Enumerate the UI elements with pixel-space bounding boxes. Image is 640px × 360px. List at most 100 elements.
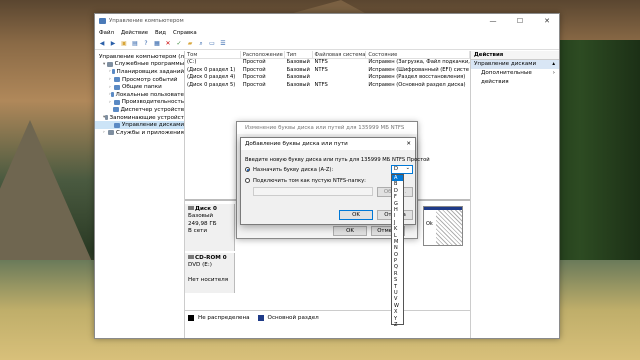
tree-item[interactable]: Управление компьютером (л [95,53,184,61]
col-layout[interactable]: Расположение [241,51,285,58]
volume-table-header: Том Расположение Тип Файловая система Со… [185,51,470,59]
outer-ok-button[interactable]: OK [333,226,367,236]
chevron-up-icon: ▴ [552,61,555,67]
table-cell: NTFS [314,66,328,73]
list-icon[interactable]: ☰ [219,40,227,48]
table-cell: (Диск 0 раздел 1) [187,66,236,73]
disk-0-status: В сети [188,228,208,235]
folder-path-input[interactable] [253,187,373,196]
tree-item-label: Локальные пользовате [115,91,184,98]
disk-0-type: Базовый [188,213,214,220]
drive-letter-select[interactable]: D ⌄ [391,165,413,174]
table-cell: Исправен (Основной раздел диска) [368,81,466,88]
folder-icon[interactable]: ▰ [186,40,194,48]
tree-item[interactable]: › Общие папки [95,83,184,91]
tree-item-label: Служебные программы [114,61,184,68]
partition-block[interactable]: Ok [423,206,463,246]
table-cell: (C:) [187,59,197,65]
disk-0-icon [188,206,194,210]
actions-section[interactable]: Управление дисками ▴ [471,60,559,69]
tree-item[interactable]: ▾ Служебные программы [95,61,184,69]
maximize-button[interactable]: ☐ [508,14,532,28]
tree-node-icon [113,99,120,105]
col-volume[interactable]: Том [185,51,241,58]
chevron-right-icon: › [552,70,555,76]
disk-icon[interactable]: ▭ [208,40,216,48]
back-arrow-icon[interactable]: ◀ [98,40,106,48]
title-bar[interactable]: Управление компьютером — ☐ ✕ [95,14,559,28]
forward-arrow-icon[interactable]: ▶ [109,40,117,48]
partition-hatch [436,210,462,245]
actions-more[interactable]: Дополнительные действия › [471,69,559,87]
minimize-button[interactable]: — [481,14,505,28]
menu-bar: Файл Действие Вид Справка [95,28,559,38]
tree-node-icon [114,77,120,83]
disk-0-name: Диск 0 [195,206,217,212]
cdrom-0-info[interactable]: CD-ROM 0 DVD (E:) Нет носителя [185,253,235,293]
col-type[interactable]: Тип [285,51,313,58]
tree-item[interactable]: ▾ Запоминающие устройст [95,114,184,122]
col-filesystem[interactable]: Файловая система [313,51,367,58]
table-row[interactable]: (Диск 0 раздел 1) Простой Базовый NTFS Испра… [185,67,470,75]
cdrom-0-drive: DVD (E:) [188,262,212,269]
ok-button[interactable]: OK [339,210,373,220]
cdrom-0-blank [188,270,231,277]
table-cell: Простой [242,66,266,73]
dialog-prompt: Введите новую букву диска или путь для 1… [245,157,430,163]
table-cell: Простой [242,81,266,88]
mount-folder-option[interactable]: Подключить том как пустую NTFS-папку: [245,178,366,184]
menu-view[interactable]: Вид [155,30,166,36]
col-status[interactable]: Состояние [366,51,470,58]
assign-letter-radio[interactable] [245,167,250,172]
tree-item[interactable]: Управление дисками [95,121,184,129]
actions-pane: Действия Управление дисками ▴ Дополнител… [471,51,559,338]
check-icon[interactable]: ✓ [175,40,183,48]
dialog-close-icon[interactable]: ✕ [406,138,411,150]
actions-more-label: Дополнительные действия [481,70,532,85]
legend-primary-swatch [257,314,264,321]
add-drive-letter-titlebar[interactable]: Добавление буквы диска или пути ✕ [241,138,415,150]
drive-letter-option[interactable]: Z [392,322,403,328]
tree-icon[interactable]: ▦ [153,40,161,48]
tree-node-icon [111,92,114,98]
tree-item[interactable]: › Службы и приложения [95,129,184,137]
tree-item[interactable]: › Локальные пользовате [95,91,184,99]
tree-item-label: Службы и приложения [116,129,184,136]
cdrom-icon [188,255,194,259]
table-row[interactable]: (C:) Простой Базовый NTFS Исправен (Загрузка… [185,59,470,67]
up-folder-icon[interactable]: ▣ [120,40,128,48]
menu-file[interactable]: Файл [99,30,114,36]
properties-icon[interactable]: ▤ [131,40,139,48]
partition-label: Ok [426,221,433,227]
tree-item[interactable]: › Производительность [95,99,184,107]
table-row[interactable]: (Диск 0 раздел 5) Простой Базовый NTFS Испра… [185,82,470,90]
mount-folder-radio[interactable] [245,178,250,183]
tree-item[interactable]: Диспетчер устройств [95,106,184,114]
search-icon[interactable]: ⌕ [197,40,205,48]
table-cell: Исправен (Шифрованный (EFI) систе [368,66,470,73]
close-button[interactable]: ✕ [535,14,559,28]
cdrom-0-status: Нет носителя [188,276,229,283]
table-cell: Исправен (Раздел восстановления) [368,74,466,81]
table-row[interactable]: (Диск 0 раздел 4) Простой Базовый Исправен … [185,74,470,82]
delete-icon[interactable]: ✕ [164,40,172,48]
tree-item-label: Общие папки [122,84,162,91]
assign-letter-option[interactable]: Назначить букву диска (A-Z): [245,167,333,173]
table-cell: Простой [242,74,266,81]
tree-item[interactable]: › Планировщик заданий [95,68,184,76]
table-cell: Простой [242,59,266,65]
legend-unallocated-swatch [188,314,194,321]
help-icon[interactable]: ? [142,40,150,48]
menu-action[interactable]: Действие [121,30,148,36]
tree-item[interactable]: › Просмотр событий [95,76,184,84]
tree-item-label: Диспетчер устройств [120,106,184,113]
console-tree: Управление компьютером (л ▾ Служебные прог… [95,51,185,338]
table-cell: NTFS [314,59,328,65]
cdrom-0-name: CD-ROM 0 [195,255,227,261]
mount-folder-label: Подключить том как пустую NTFS-папку: [253,178,366,184]
wallpaper-mountain-left [0,120,100,280]
menu-help[interactable]: Справка [173,30,197,36]
tree-node-icon [114,84,120,90]
disk-0-info[interactable]: Диск 0 Базовый 249,98 ГБ В сети [185,204,235,251]
tree-item-label: Управление компьютером (л [99,53,184,60]
